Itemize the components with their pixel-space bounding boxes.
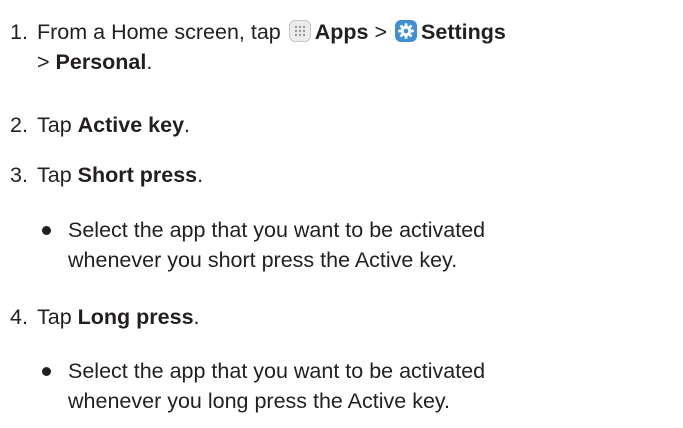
apps-grid-icon <box>288 20 311 42</box>
step-number: 4. <box>10 305 28 329</box>
bullet-2: Select the app that you want to be activ… <box>42 356 485 416</box>
personal-label: Personal <box>55 50 147 74</box>
bullet-2-line-1: Select the app that you want to be activ… <box>68 359 486 383</box>
bullet-1-line-1: Select the app that you want to be activ… <box>68 218 486 242</box>
bullet-dot <box>42 367 51 376</box>
settings-gear-icon <box>395 20 418 42</box>
step-1-continuation: > Personal. <box>10 47 506 77</box>
step-number: 2. <box>10 113 28 137</box>
step-3: 3. Tap Short press. <box>10 160 203 190</box>
separator: > <box>374 20 388 44</box>
apps-label: Apps <box>314 20 369 44</box>
period: . <box>197 163 204 187</box>
bullet-1: Select the app that you want to be activ… <box>42 215 485 275</box>
bullet-1-line-2: whenever you short press the Active key. <box>68 248 458 272</box>
period: . <box>146 50 153 74</box>
short-press-label: Short press <box>77 163 198 187</box>
long-press-label: Long press <box>77 305 194 329</box>
instructions-page: 1. From a Home screen, tap Apps > Settin… <box>0 0 683 428</box>
settings-label: Settings <box>421 20 506 44</box>
bullet-dot <box>42 226 51 235</box>
period: . <box>193 305 200 329</box>
step-4: 4. Tap Long press. <box>10 302 200 332</box>
step-3-pre-text: Tap <box>37 163 72 187</box>
step-number: 3. <box>10 163 28 187</box>
active-key-label: Active key <box>77 113 185 137</box>
step-4-pre-text: Tap <box>37 305 72 329</box>
step-1-pre-text: From a Home screen, tap <box>37 20 281 44</box>
step-2-pre-text: Tap <box>37 113 72 137</box>
step-1: 1. From a Home screen, tap Apps > Settin… <box>10 17 506 77</box>
step-number: 1. <box>10 20 28 44</box>
bullet-2-line-2: whenever you long press the Active key. <box>68 389 451 413</box>
separator: > <box>37 50 50 74</box>
step-2: 2. Tap Active key. <box>10 110 190 140</box>
period: . <box>184 113 191 137</box>
